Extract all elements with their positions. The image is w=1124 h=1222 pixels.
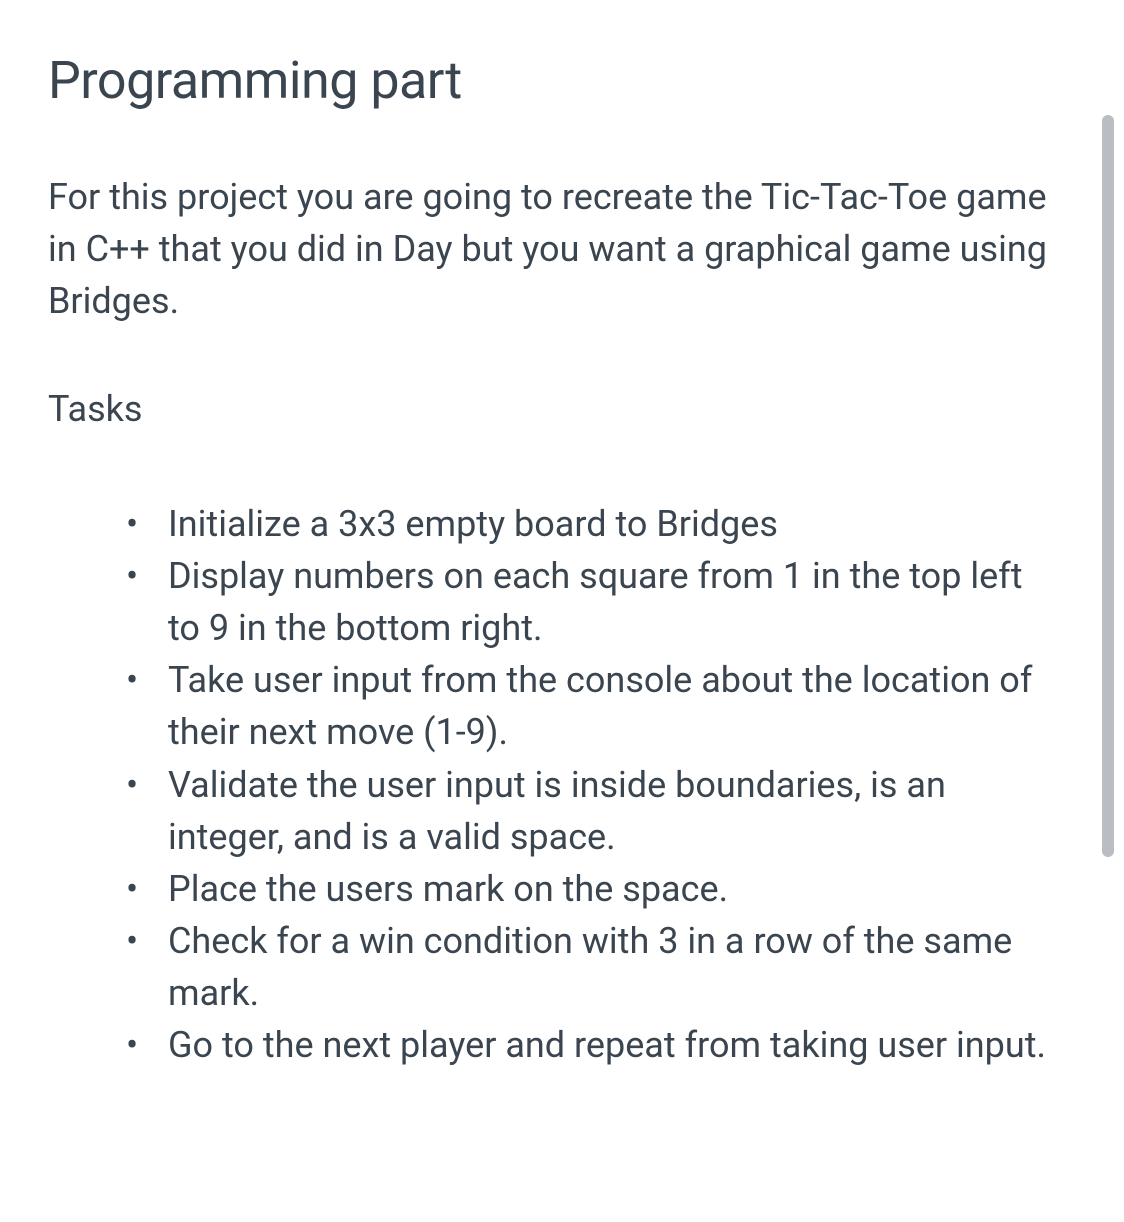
tasks-list: Initialize a 3x3 empty board to Bridges …	[48, 498, 1058, 1072]
list-item: Go to the next player and repeat from ta…	[126, 1019, 1058, 1071]
list-item: Validate the user input is inside bounda…	[126, 759, 1058, 863]
tasks-heading: Tasks	[48, 388, 1058, 430]
document-content: Programming part For this project you ar…	[48, 50, 1058, 1072]
list-item: Check for a win condition with 3 in a ro…	[126, 915, 1058, 1019]
scrollbar[interactable]	[1102, 115, 1114, 857]
list-item: Take user input from the console about t…	[126, 654, 1058, 758]
intro-paragraph: For this project you are going to recrea…	[48, 171, 1058, 328]
list-item: Initialize a 3x3 empty board to Bridges	[126, 498, 1058, 550]
page-title: Programming part	[48, 50, 1058, 111]
list-item: Place the users mark on the space.	[126, 863, 1058, 915]
list-item: Display numbers on each square from 1 in…	[126, 550, 1058, 654]
